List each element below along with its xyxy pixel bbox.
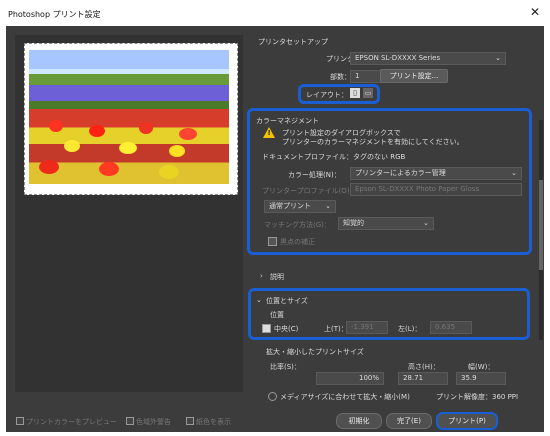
bpc-checkbox[interactable] [268,237,277,246]
printer-profile-label: プリンタープロファイル(O)： [262,187,357,195]
rendering-intent-value: 知覚的 [343,219,364,227]
color-handling-select[interactable]: プリンターによるカラー管理 ⌄ [350,167,522,180]
match-colors-checkbox[interactable] [16,417,24,425]
show-white-label: 紙色を表示 [196,418,231,426]
match-colors-label: プリントカラーをプレビュー [26,418,117,426]
rendering-intent-select[interactable]: 知覚的 ⌄ [338,217,434,230]
printer-setup-heading: プリンタセットアップ [258,38,328,46]
left-label: 左(L)： [398,325,422,333]
layout-label: レイアウト： [306,91,348,99]
top-input[interactable]: -1.391 [346,321,388,334]
color-handling-label: カラー処理(N)： [288,171,341,179]
print-settings-window: Photoshop プリント設定 ✕ プリンタセットアップ プリンター： EPS… [0,0,550,436]
chevron-down-icon[interactable]: ⌄ [256,296,262,304]
width-label: 幅(W)： [468,363,495,371]
chevron-down-icon: ⌄ [511,169,517,177]
done-button[interactable]: 完了(E) [386,413,432,429]
window-title: Photoshop プリント設定 [8,10,101,19]
print-settings-button[interactable]: プリント設定... [380,69,448,83]
printer-select[interactable]: EPSON SL-DXXXX Series ⌄ [350,52,506,65]
chevron-right-icon[interactable]: › [260,272,263,280]
photo-preview[interactable] [29,50,229,184]
portrait-icon[interactable]: ▯ [350,88,360,98]
print-button[interactable]: プリント(P) [436,412,498,430]
top-label: 上(T)： [324,325,348,333]
color-management-heading: カラーマネジメント [256,117,319,125]
printer-profile-value: Epson SL-DXXXX Photo Paper Gloss [355,185,480,193]
reset-button[interactable]: 初期化 [336,413,382,429]
width-input[interactable]: 35.9 [456,372,506,385]
document-profile: ドキュメントプロファイル：タグのない RGB [262,153,406,161]
center-checkbox[interactable] [262,324,271,333]
chevron-down-icon: ⌄ [423,219,429,227]
fit-media-label: メディアサイズに合わせて拡大・縮小(M) [280,393,410,401]
color-handling-value: プリンターによるカラー管理 [355,169,446,177]
description-heading: 説明 [270,273,284,281]
printer-profile-select[interactable]: Epson SL-DXXXX Photo Paper Gloss [350,183,522,196]
normal-print-select[interactable]: 通常プリント ⌄ [264,200,336,213]
fit-media-checkbox[interactable] [268,392,277,401]
position-sub-label: 位置 [270,311,284,319]
normal-print-value: 通常プリント [269,202,311,210]
scaled-size-heading: 拡大・縮小したプリントサイズ [266,348,364,356]
title-bar: Photoshop プリント設定 ✕ [0,0,550,26]
scale-label: 比率(S)： [270,363,301,371]
scale-input[interactable]: 100% [316,372,384,385]
left-input[interactable]: 0.635 [430,321,472,334]
close-icon[interactable]: ✕ [530,5,540,19]
warning-icon [263,127,275,138]
center-label: 中央(C) [274,325,299,333]
height-input[interactable]: 28.71 [398,372,448,385]
gamut-warning-checkbox[interactable] [126,417,134,425]
gamut-warning-label: 色域外警告 [136,418,171,426]
warning-line-2: プリンターのカラーマネジメントを有効にしてください。 [282,138,464,146]
height-label: 高さ(H)： [408,363,440,371]
copies-label: 部数： [330,73,351,81]
print-resolution: プリント解像度：360 PPI [436,393,519,401]
bpc-label: 黒点の補正 [280,238,315,246]
printer-value: EPSON SL-DXXXX Series [355,54,441,62]
scrollbar-thumb[interactable] [539,180,543,270]
position-heading: 位置とサイズ [266,297,308,305]
landscape-icon[interactable]: ▭ [363,88,373,98]
chevron-down-icon: ⌄ [495,54,501,62]
copies-input[interactable]: 1 [350,70,382,83]
scrollbar[interactable] [539,120,543,340]
chevron-down-icon: ⌄ [325,202,331,210]
rendering-intent-label: マッチング方法(G)： [264,221,331,229]
show-white-checkbox[interactable] [186,417,194,425]
